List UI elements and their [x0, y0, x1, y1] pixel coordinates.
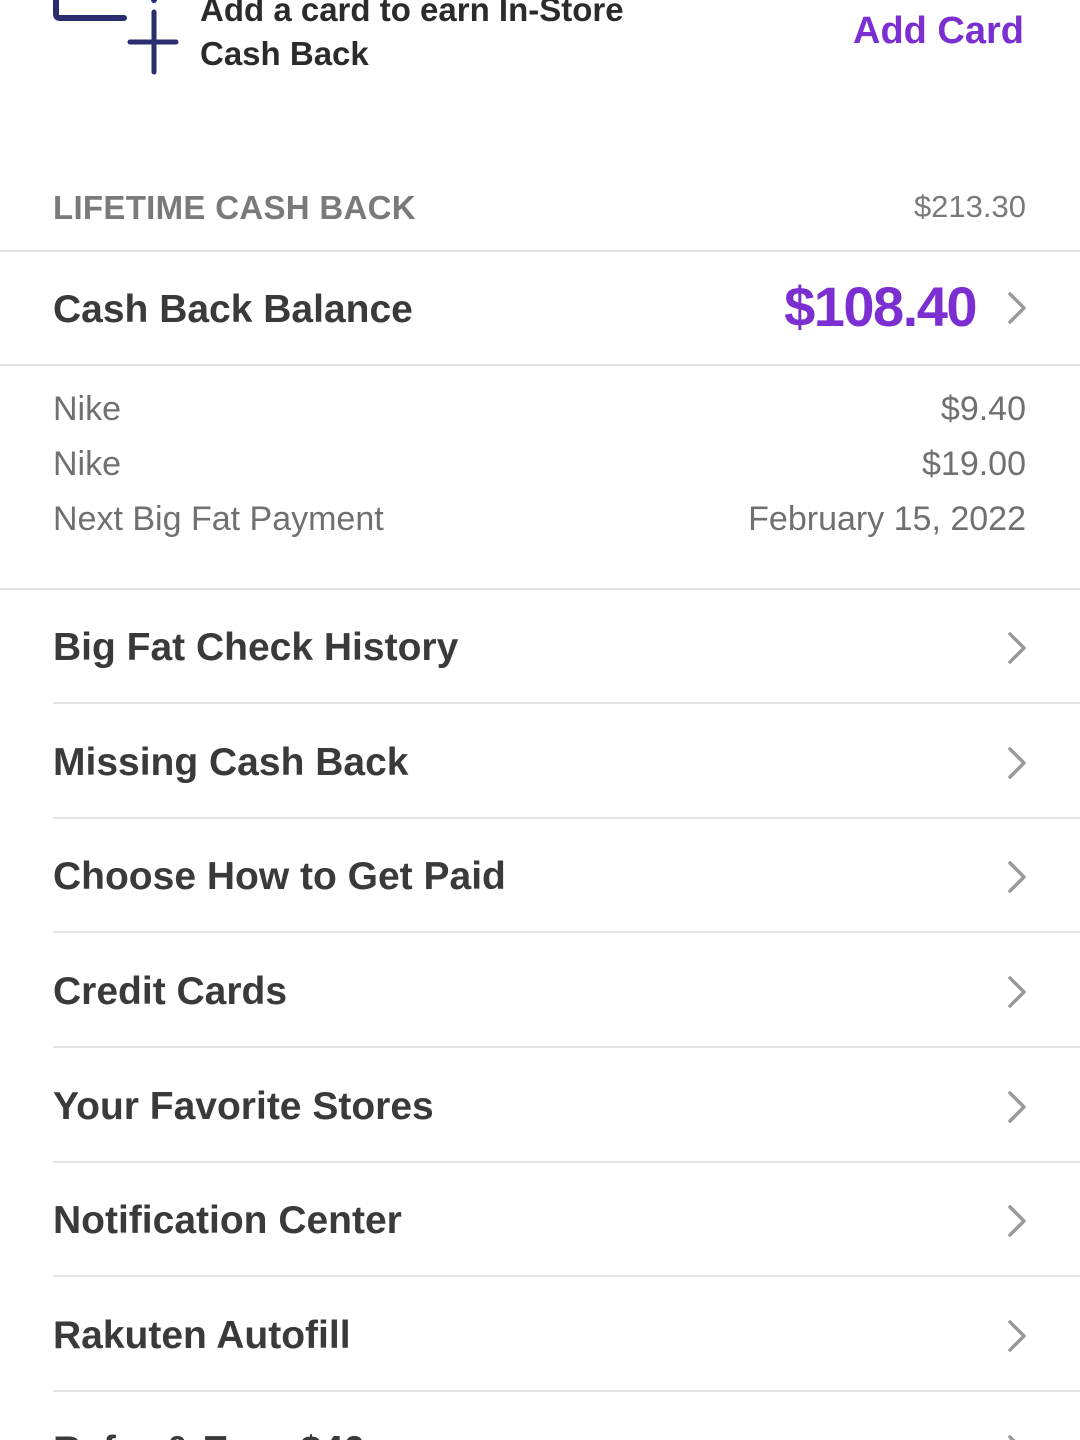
- chevron-right-icon: [1008, 747, 1026, 779]
- add-card-button[interactable]: Add Card: [853, 10, 1024, 53]
- lifetime-cash-back-row: LIFETIME CASH BACK $213.30: [0, 165, 1080, 252]
- divider: [53, 1275, 1080, 1277]
- detail-value: February 15, 2022: [748, 500, 1026, 538]
- divider: [53, 931, 1080, 933]
- menu-item-your-favorite-stores[interactable]: Your Favorite Stores: [0, 1049, 1080, 1163]
- detail-row: Nike $19.00: [0, 445, 1080, 500]
- add-card-banner: Add a card to earn In-Store Cash Back Ad…: [0, 0, 1080, 100]
- chevron-right-icon: [1008, 861, 1026, 893]
- detail-label: Nike: [53, 390, 122, 428]
- menu-item-notification-center[interactable]: Notification Center: [0, 1163, 1080, 1277]
- chevron-right-icon: [1008, 632, 1026, 664]
- divider: [53, 702, 1080, 704]
- menu-item-credit-cards[interactable]: Credit Cards: [0, 934, 1080, 1048]
- detail-row: Next Big Fat Payment February 15, 2022: [0, 500, 1080, 555]
- chevron-right-icon: [1008, 1205, 1026, 1237]
- cash-back-balance-label: Cash Back Balance: [53, 288, 413, 331]
- divider: [53, 1046, 1080, 1048]
- menu-item-missing-cash-back[interactable]: Missing Cash Back: [0, 705, 1080, 819]
- chevron-right-icon: [1008, 976, 1026, 1008]
- cash-back-balance-row[interactable]: Cash Back Balance $108.40: [0, 252, 1080, 366]
- chevron-right-icon: [1008, 292, 1026, 324]
- detail-value: $9.40: [940, 390, 1026, 428]
- detail-label: Next Big Fat Payment: [53, 500, 384, 538]
- divider: [53, 1390, 1080, 1392]
- lifetime-cash-back-label: LIFETIME CASH BACK: [53, 189, 416, 226]
- menu-item-rakuten-autofill[interactable]: Rakuten Autofill: [0, 1278, 1080, 1392]
- lifetime-cash-back-value: $213.30: [913, 189, 1026, 224]
- detail-row: Nike $9.40: [0, 390, 1080, 445]
- account-page: Add a card to earn In-Store Cash Back Ad…: [0, 0, 1080, 1440]
- chevron-right-icon: [1008, 1320, 1026, 1352]
- menu-item-refer-and-earn[interactable]: Refer & Earn $40: [0, 1393, 1080, 1440]
- menu-item-label: Refer & Earn $40: [53, 1429, 365, 1440]
- menu-item-big-fat-check-history[interactable]: Big Fat Check History: [0, 590, 1080, 704]
- add-card-message: Add a card to earn In-Store Cash Back: [200, 0, 624, 76]
- add-card-message-line1: Add a card to earn In-Store: [200, 0, 624, 28]
- add-card-icon: [53, 0, 179, 75]
- menu-item-label: Your Favorite Stores: [53, 1085, 434, 1128]
- detail-value: $19.00: [922, 445, 1026, 483]
- menu-item-choose-how-to-get-paid[interactable]: Choose How to Get Paid: [0, 819, 1080, 933]
- chevron-right-icon: [1008, 1091, 1026, 1123]
- cash-back-details: Nike $9.40 Nike $19.00 Next Big Fat Paym…: [0, 366, 1080, 590]
- menu-item-label: Big Fat Check History: [53, 626, 459, 669]
- menu-item-label: Choose How to Get Paid: [53, 855, 506, 898]
- detail-label: Nike: [53, 445, 122, 483]
- menu-item-label: Rakuten Autofill: [53, 1314, 351, 1357]
- menu-item-label: Notification Center: [53, 1199, 402, 1242]
- menu-item-label: Missing Cash Back: [53, 741, 409, 784]
- cash-back-balance-value: $108.40: [784, 275, 977, 338]
- menu-item-label: Credit Cards: [53, 970, 288, 1013]
- add-card-message-line2: Cash Back: [200, 35, 369, 72]
- chevron-right-icon: [1008, 1435, 1016, 1440]
